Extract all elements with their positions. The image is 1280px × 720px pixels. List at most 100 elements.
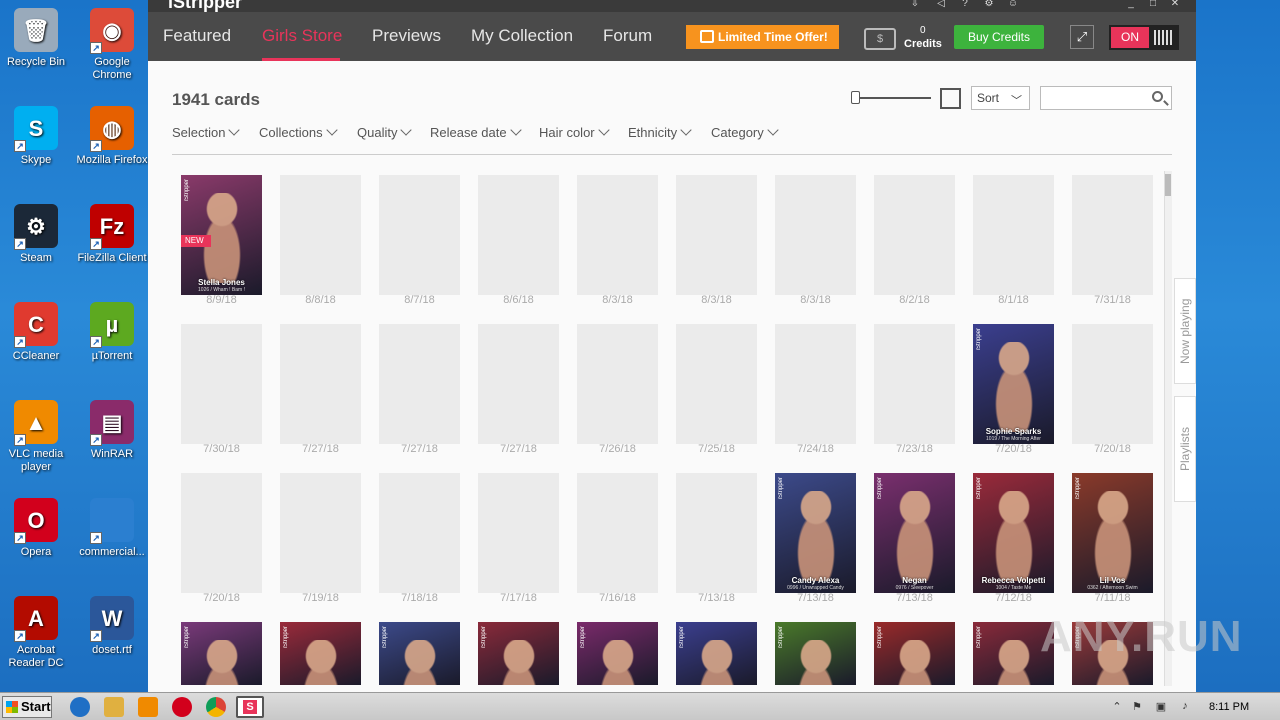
store-card[interactable] (379, 175, 460, 295)
desktop-icon-acrobat[interactable]: A ↗ Acrobat Reader DC (0, 596, 74, 670)
store-card[interactable] (676, 175, 757, 295)
desktop-icon-winrar[interactable]: ▤ ↗ WinRAR (74, 400, 150, 461)
notification-icon[interactable]: ◁ (934, 0, 948, 10)
store-card[interactable] (1072, 175, 1153, 295)
tab-forum[interactable]: Forum (603, 26, 652, 46)
store-card[interactable]: iStripper (478, 622, 559, 685)
store-card[interactable] (775, 175, 856, 295)
download-icon[interactable]: ⇩ (908, 0, 922, 10)
desktop-icon-utorrent[interactable]: µ ↗ µTorrent (74, 302, 150, 363)
filter-ethnicity[interactable]: Ethnicity (628, 124, 692, 140)
store-card[interactable] (676, 473, 757, 593)
explorer-icon[interactable] (104, 697, 124, 717)
minimize-icon[interactable]: _ (1124, 0, 1138, 10)
maximize-icon[interactable]: □ (1146, 0, 1160, 10)
tab-featured[interactable]: Featured (163, 26, 231, 46)
flag-icon[interactable]: ⚑ (1130, 700, 1144, 714)
volume-icon[interactable]: ♪ (1178, 700, 1192, 714)
store-card[interactable]: iStripper (577, 622, 658, 685)
store-card[interactable] (1072, 324, 1153, 444)
store-card[interactable]: iStripper (280, 622, 361, 685)
store-card[interactable] (280, 473, 361, 593)
store-card[interactable] (478, 473, 559, 593)
store-card[interactable] (577, 324, 658, 444)
store-card[interactable] (181, 324, 262, 444)
media-player-icon[interactable] (138, 697, 158, 717)
store-card[interactable]: iStripper (181, 622, 262, 685)
on-off-toggle[interactable]: ON (1109, 25, 1179, 50)
store-card[interactable]: iStripper (676, 622, 757, 685)
store-card[interactable]: iStripper NEW Stella Jones 1026 / Wham ! Ba… (181, 175, 262, 295)
ie-icon[interactable] (70, 697, 90, 717)
opera-taskbar-icon[interactable] (172, 697, 192, 717)
opera-icon: O ↗ (14, 498, 58, 544)
desktop-icon-chrome[interactable]: ◉ ↗ Google Chrome (74, 8, 150, 82)
store-card[interactable] (379, 324, 460, 444)
zoom-slider-track[interactable] (851, 97, 931, 99)
store-card[interactable] (478, 175, 559, 295)
clock[interactable]: 8:11 PM (1209, 701, 1249, 713)
filter-selection[interactable]: Selection (172, 124, 241, 140)
buy-credits-button[interactable]: Buy Credits (954, 25, 1044, 49)
store-card[interactable]: iStripper (775, 622, 856, 685)
store-card[interactable]: iStripper Lil Vos 0362 / Afternoon Swim (1072, 473, 1153, 593)
close-icon[interactable]: ✕ (1168, 0, 1182, 10)
store-card[interactable]: iStripper Candy Alexa 0996 / Unwrapped Can… (775, 473, 856, 593)
filter-hair-color[interactable]: Hair color (539, 124, 610, 140)
desktop-icon-folder[interactable]: ↗ commercial... (74, 498, 150, 559)
settings-icon[interactable]: ⚙ (982, 0, 996, 10)
desktop-icon-vlc[interactable]: ▲ ↗ VLC media player (0, 400, 74, 474)
store-card[interactable] (478, 324, 559, 444)
filter-category[interactable]: Category (711, 124, 779, 140)
desktop-icon-steam[interactable]: ⚙ ↗ Steam (0, 204, 74, 265)
start-button[interactable]: Start (2, 696, 52, 718)
desktop-icon-filezilla[interactable]: Fz ↗ FileZilla Client (74, 204, 150, 265)
desktop-icon-word-doc[interactable]: W ↗ doset.rtf (74, 596, 150, 657)
tray-expand-icon[interactable]: ⌃ (1110, 700, 1124, 714)
desktop-icon-opera[interactable]: O ↗ Opera (0, 498, 74, 559)
store-card[interactable]: iStripper (874, 622, 955, 685)
desktop-icon-ccleaner[interactable]: C ↗ CCleaner (0, 302, 74, 363)
playlists-tab[interactable]: Playlists (1174, 396, 1196, 502)
fullscreen-icon[interactable]: ⤢ (1070, 25, 1094, 49)
search-icon[interactable] (1152, 91, 1163, 102)
desktop-icon-skype[interactable]: S ↗ Skype (0, 106, 74, 167)
account-icon[interactable]: ☺ (1006, 0, 1020, 10)
istripper-taskbar-icon[interactable]: S (236, 696, 264, 718)
tab-previews[interactable]: Previews (372, 26, 441, 46)
store-card[interactable]: iStripper Sophie Sparks 1019 / The Morning… (973, 324, 1054, 444)
store-card[interactable] (874, 175, 955, 295)
store-card[interactable] (973, 175, 1054, 295)
store-card[interactable] (874, 324, 955, 444)
help-icon[interactable]: ? (958, 0, 972, 10)
desktop-icon-firefox[interactable]: ◍ ↗ Mozilla Firefox (74, 106, 150, 167)
tab-my-collection[interactable]: My Collection (471, 26, 573, 46)
desktop-icon-recycle-bin[interactable]: 🗑 Recycle Bin (0, 8, 74, 69)
scrollbar[interactable] (1164, 171, 1172, 686)
store-card[interactable] (181, 473, 262, 593)
scrollbar-thumb[interactable] (1165, 174, 1171, 196)
grid-view-icon[interactable] (940, 88, 961, 109)
filter-collections[interactable]: Collections (259, 124, 338, 140)
store-card[interactable] (577, 175, 658, 295)
store-card[interactable] (775, 324, 856, 444)
store-card[interactable] (379, 473, 460, 593)
zoom-slider-handle[interactable] (851, 91, 860, 104)
network-icon[interactable]: ▣ (1154, 700, 1168, 714)
store-card[interactable] (280, 175, 361, 295)
store-card[interactable]: iStripper Negan 0976 / Sleepover (874, 473, 955, 593)
store-card[interactable] (676, 324, 757, 444)
filter-release-date[interactable]: Release date (430, 124, 522, 140)
filter-quality[interactable]: Quality (357, 124, 413, 140)
nav-bar: Featured Girls Store Previews My Collect… (148, 12, 1196, 61)
store-card[interactable]: iStripper (379, 622, 460, 685)
limited-offer-button[interactable]: Limited Time Offer! (686, 25, 839, 49)
now-playing-tab[interactable]: Now playing (1174, 278, 1196, 384)
tab-girls-store[interactable]: Girls Store (262, 26, 342, 46)
store-card[interactable] (577, 473, 658, 593)
chrome-taskbar-icon[interactable] (206, 697, 226, 717)
sort-dropdown[interactable]: Sort ﹀ (971, 86, 1030, 110)
search-input[interactable] (1040, 86, 1172, 110)
store-card[interactable]: iStripper Rebecca Volpetti 1004 / Taste Me (973, 473, 1054, 593)
store-card[interactable] (280, 324, 361, 444)
